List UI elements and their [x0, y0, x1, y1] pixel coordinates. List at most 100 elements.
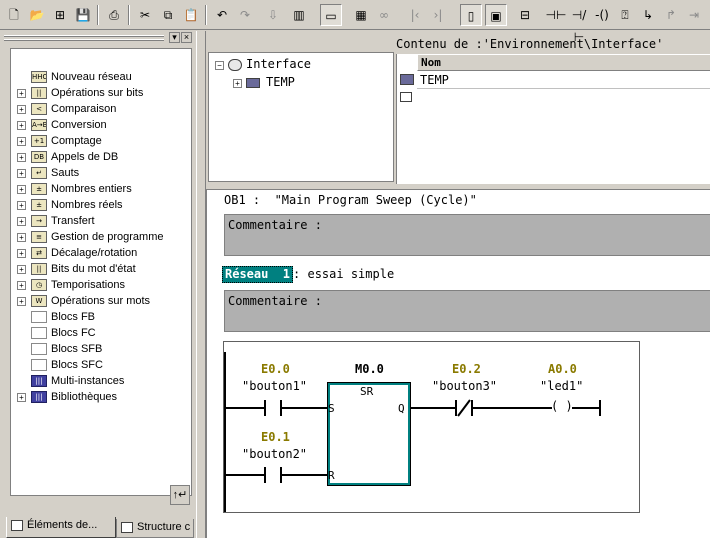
- network-comment-box[interactable]: Commentaire :: [224, 290, 710, 332]
- load-icon[interactable]: ⇩: [262, 4, 284, 26]
- expand-icon[interactable]: +: [17, 105, 26, 114]
- catalog-icon[interactable]: ▣: [485, 4, 507, 26]
- sr-box-address[interactable]: M0.0: [355, 362, 384, 376]
- contact2-address[interactable]: E0.1: [261, 430, 290, 444]
- pane-close-icon[interactable]: ×: [181, 32, 192, 43]
- next-icon[interactable]: ›|: [427, 4, 449, 26]
- save-icon[interactable]: 💾: [72, 4, 94, 26]
- tree-item[interactable]: + || Opérations sur bits: [13, 85, 191, 101]
- open-icon[interactable]: 📂: [26, 4, 48, 26]
- redo-icon[interactable]: ↷: [234, 4, 256, 26]
- branch-close-icon[interactable]: ↱: [660, 4, 682, 26]
- tree-item[interactable]: ||| Multi-instances: [13, 373, 191, 389]
- tab-program-elements[interactable]: Éléments de...: [6, 517, 116, 538]
- print-icon[interactable]: ⎙: [103, 4, 125, 26]
- tree-item[interactable]: + → Transfert: [13, 213, 191, 229]
- tab-call-structure[interactable]: Structure c: [116, 519, 194, 538]
- coil[interactable]: ( ): [551, 399, 573, 413]
- expand-icon[interactable]: +: [233, 78, 242, 88]
- tree-item[interactable]: Blocs FC: [13, 325, 191, 341]
- coil-address[interactable]: A0.0: [548, 362, 577, 376]
- block-title[interactable]: OB1 : "Main Program Sweep (Cycle)": [224, 192, 477, 208]
- scroll-to-top-icon[interactable]: ↑↵: [170, 485, 190, 505]
- tree-item[interactable]: + ↵ Sauts: [13, 165, 191, 181]
- expand-icon[interactable]: +: [17, 121, 26, 130]
- tree-item[interactable]: + +1 Comptage: [13, 133, 191, 149]
- tree-item[interactable]: + ◷ Temporisations: [13, 277, 191, 293]
- expand-icon[interactable]: +: [17, 201, 26, 210]
- expand-icon[interactable]: +: [17, 393, 26, 402]
- tree-item-label: Nombres réels: [51, 199, 123, 211]
- expand-icon[interactable]: +: [17, 233, 26, 242]
- box-icon[interactable]: ⍰: [614, 4, 636, 26]
- paste-icon[interactable]: 📋: [180, 4, 202, 26]
- tree-item[interactable]: + ± Nombres entiers: [13, 181, 191, 197]
- contact1-address[interactable]: E0.0: [261, 362, 290, 376]
- expand-icon[interactable]: +: [17, 89, 26, 98]
- column-header-nom[interactable]: Nom: [417, 54, 710, 71]
- element-category-icon: [31, 359, 47, 371]
- tree-item[interactable]: + < Comparaison: [13, 101, 191, 117]
- monitor-icon[interactable]: ▥: [288, 4, 310, 26]
- branch-open-icon[interactable]: ↳: [637, 4, 659, 26]
- tree-item[interactable]: + A→B Conversion: [13, 117, 191, 133]
- network-number-badge[interactable]: Réseau 1: [222, 266, 294, 283]
- ladder-network[interactable]: E0.0 "bouton1" E0.1 "bouton2" M0.0 SR S …: [223, 341, 640, 513]
- tree-item[interactable]: + || Bits du mot d'état: [13, 261, 191, 277]
- expand-icon[interactable]: +: [17, 265, 26, 274]
- sr-flipflop-box[interactable]: SR S Q R: [327, 382, 411, 486]
- interface-root-node[interactable]: − Interface: [215, 57, 311, 72]
- element-category-icon: ⇄: [31, 247, 47, 259]
- tree-item[interactable]: + ≡ Gestion de programme: [13, 229, 191, 245]
- expand-icon[interactable]: +: [17, 185, 26, 194]
- tree-item[interactable]: HHO Nouveau réseau: [13, 69, 191, 85]
- prev-icon[interactable]: |‹: [404, 4, 426, 26]
- table-row[interactable]: TEMP: [417, 72, 710, 89]
- tree-item[interactable]: + ⇄ Décalage/rotation: [13, 245, 191, 261]
- comment-icon[interactable]: ▭: [320, 4, 342, 26]
- arrow-icon[interactable]: ⇥: [683, 4, 705, 26]
- network-icon[interactable]: ⊟: [514, 4, 536, 26]
- expand-icon[interactable]: +: [17, 249, 26, 258]
- cut-icon[interactable]: ✂: [134, 4, 156, 26]
- coil-symbol[interactable]: "led1": [540, 379, 583, 393]
- pane-menu-icon[interactable]: ▾: [169, 32, 180, 43]
- accessible-nodes-icon[interactable]: ⊞: [49, 4, 71, 26]
- interface-temp-node[interactable]: + TEMP: [233, 75, 295, 89]
- tree-item[interactable]: + ± Nombres réels: [13, 197, 191, 213]
- contact-no-icon[interactable]: ⊣⊢: [545, 4, 567, 26]
- tree-item[interactable]: + DB Appels de DB: [13, 149, 191, 165]
- contact1-symbol[interactable]: "bouton1": [242, 379, 307, 393]
- expand-icon[interactable]: +: [17, 169, 26, 178]
- tree-item[interactable]: + ||| Bibliothèques: [13, 389, 191, 405]
- tree-item-label: Blocs SFB: [51, 343, 103, 355]
- contact2-symbol[interactable]: "bouton2": [242, 447, 307, 461]
- vertical-splitter[interactable]: [196, 31, 206, 538]
- network-header[interactable]: Réseau 1: essai simple: [222, 266, 394, 283]
- collapse-icon[interactable]: −: [215, 60, 224, 70]
- expand-icon[interactable]: +: [17, 153, 26, 162]
- code-editor[interactable]: OB1 : "Main Program Sweep (Cycle)" Comme…: [206, 190, 710, 538]
- undo-icon[interactable]: ↶: [211, 4, 233, 26]
- expand-icon[interactable]: +: [17, 217, 26, 226]
- detail-icon[interactable]: ▯: [460, 4, 482, 26]
- tree-item[interactable]: Blocs SFB: [13, 341, 191, 357]
- element-category-icon: |||: [31, 375, 47, 387]
- expand-icon[interactable]: +: [17, 137, 26, 146]
- expand-icon[interactable]: +: [17, 297, 26, 306]
- network-title[interactable]: : essai simple: [293, 267, 394, 281]
- expand-icon[interactable]: +: [17, 281, 26, 290]
- tree-item[interactable]: Blocs SFC: [13, 357, 191, 373]
- overview-icon[interactable]: ∞: [373, 4, 395, 26]
- tree-item[interactable]: Blocs FB: [13, 309, 191, 325]
- coil-icon[interactable]: -(): [591, 4, 613, 26]
- contact3-symbol[interactable]: "bouton3": [432, 379, 497, 393]
- tree-item[interactable]: + W Opérations sur mots: [13, 293, 191, 309]
- new-icon[interactable]: 🗋: [3, 4, 25, 26]
- contact-nc-icon[interactable]: ⊣/⊢: [568, 4, 590, 44]
- copy-icon[interactable]: ⧉: [157, 4, 179, 26]
- contact3-address[interactable]: E0.2: [452, 362, 481, 376]
- address-icon[interactable]: ▦: [350, 4, 372, 26]
- block-comment-box[interactable]: Commentaire :: [224, 214, 710, 256]
- tree-item-label: Appels de DB: [51, 151, 119, 163]
